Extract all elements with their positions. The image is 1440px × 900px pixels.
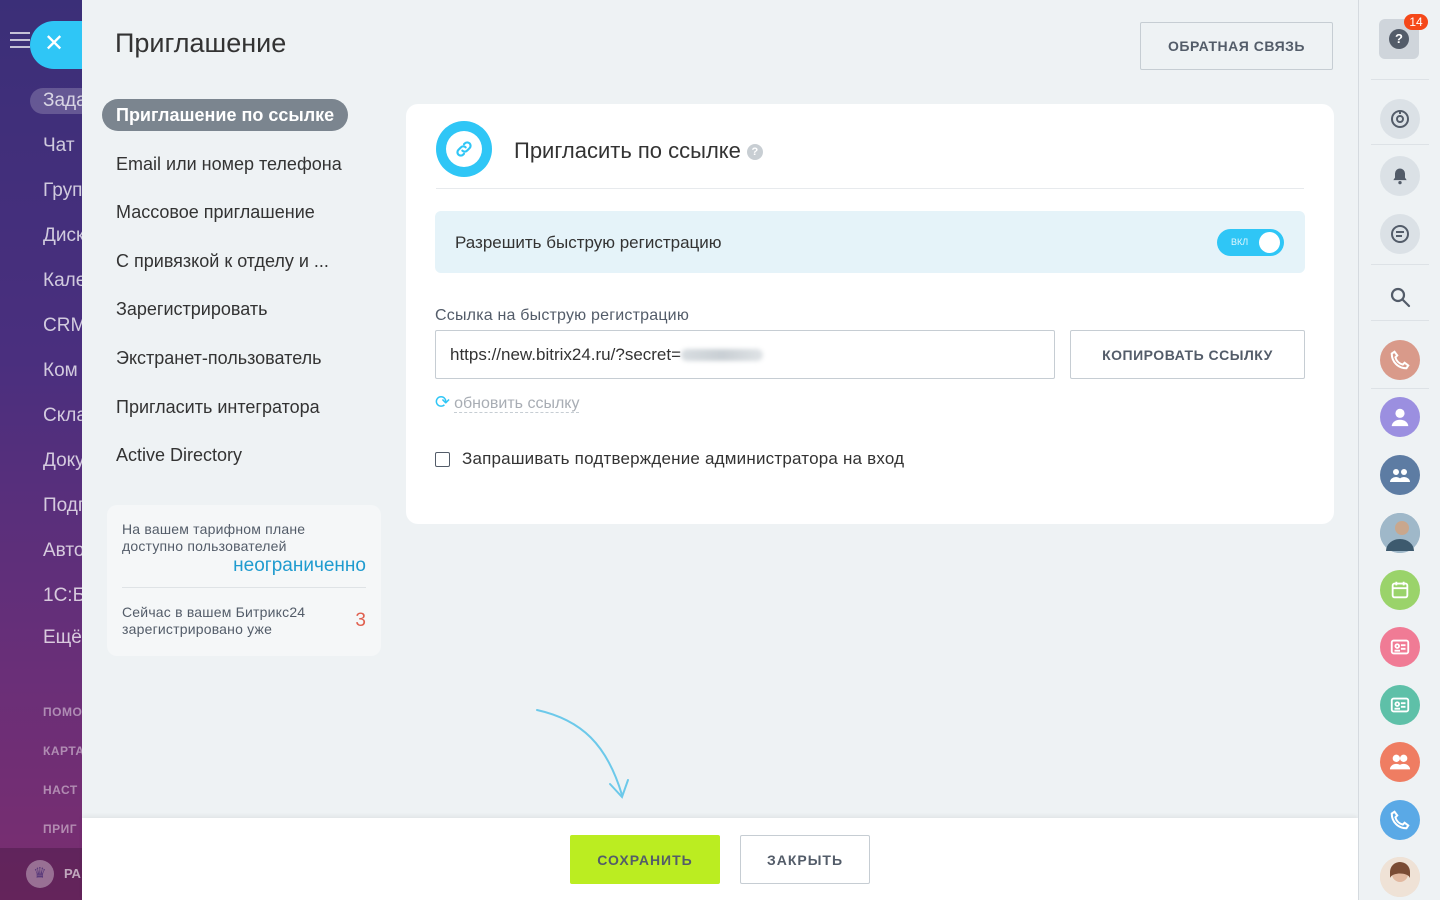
- plan-text: На вашем тарифном плане доступно пользов…: [122, 521, 306, 554]
- divider: [1371, 388, 1429, 389]
- slider-close-button[interactable]: ✕: [30, 21, 82, 69]
- nav-item-email-phone[interactable]: Email или номер телефона: [102, 148, 382, 180]
- search-icon[interactable]: [1380, 277, 1420, 317]
- refresh-icon: ⟳: [435, 392, 451, 412]
- admin-confirm-row: Запрашивать подтверждение администратора…: [435, 449, 904, 469]
- invite-nav: Приглашение по ссылке Email или номер те…: [102, 99, 382, 488]
- notification-badge: 14: [1404, 14, 1428, 30]
- bg-menu-item: Подп: [43, 495, 82, 516]
- page-title: Приглашение: [115, 28, 287, 58]
- toggle-state-label: ВКЛ: [1231, 237, 1249, 247]
- user-avatar-photo[interactable]: [1380, 513, 1420, 553]
- bg-menu-bottom: ♛ РА: [0, 848, 82, 900]
- nav-item-link-invite[interactable]: Приглашение по ссылке: [102, 99, 349, 131]
- bg-menu-bottom-label: РА: [64, 866, 81, 881]
- invite-link-card: Пригласить по ссылке? Разрешить быструю …: [406, 104, 1334, 524]
- nav-item-department[interactable]: С привязкой к отделу и ...: [102, 245, 382, 277]
- bg-menu-sub: ПРИГ: [43, 822, 78, 836]
- phone-icon[interactable]: [1380, 340, 1420, 380]
- plan-info-box: На вашем тарифном плане доступно пользов…: [107, 505, 381, 656]
- bg-menu-item: Доку: [43, 450, 82, 471]
- bg-menu-sub: ПОМО: [43, 705, 82, 719]
- user-avatar-photo[interactable]: [1380, 857, 1420, 897]
- bg-menu-item: Авто: [43, 540, 82, 561]
- bg-menu-sub: НАСТ: [43, 783, 78, 797]
- copy-link-button[interactable]: КОПИРОВАТЬ ССЫЛКУ: [1070, 330, 1305, 379]
- link-icon: [436, 121, 492, 177]
- bg-menu-item: Ещё: [43, 627, 82, 648]
- contact-card-icon[interactable]: [1380, 685, 1420, 725]
- bell-icon[interactable]: [1380, 156, 1420, 196]
- bg-menu-item: Ком: [43, 360, 78, 381]
- card-header: Пригласить по ссылке?: [436, 121, 1304, 189]
- help-icon[interactable]: ?: [746, 144, 763, 160]
- divider: [1371, 144, 1429, 145]
- bg-menu-item: Диск: [43, 225, 82, 246]
- fast-registration-row: Разрешить быструю регистрацию ВКЛ: [435, 211, 1305, 273]
- registered-row: Сейчас в вашем Битрикс24 зарегистрирован…: [122, 604, 366, 638]
- group-icon[interactable]: [1380, 742, 1420, 782]
- chat-icon[interactable]: [1380, 214, 1420, 254]
- bg-menu-item: Кале: [43, 270, 82, 291]
- secret-blur: [681, 349, 764, 361]
- nav-item-register[interactable]: Зарегистрировать: [102, 293, 382, 325]
- invite-slider: Приглашение ОБРАТНАЯ СВЯЗЬ Приглашение п…: [82, 0, 1358, 900]
- footer-bar: СОХРАНИТЬ ЗАКРЫТЬ: [82, 818, 1358, 900]
- user-avatar-icon[interactable]: [1380, 397, 1420, 437]
- link-field-label: Ссылка на быструю регистрацию: [435, 307, 690, 324]
- menu-burger-icon[interactable]: [10, 32, 30, 48]
- nav-item-extranet[interactable]: Экстранет-пользователь: [102, 342, 382, 374]
- nav-item-active-directory[interactable]: Active Directory: [102, 439, 382, 471]
- registration-link-value: https://new.bitrix24.ru/?secret=: [450, 345, 682, 364]
- divider: [1371, 264, 1429, 265]
- crown-icon: ♛: [26, 860, 54, 888]
- nav-item-mass-invite[interactable]: Массовое приглашение: [102, 196, 382, 228]
- copilot-icon[interactable]: [1380, 99, 1420, 139]
- admin-confirm-checkbox[interactable]: [435, 451, 450, 467]
- registered-count: 3: [355, 610, 366, 631]
- group-chat-icon[interactable]: [1380, 455, 1420, 495]
- calendar-icon[interactable]: [1380, 570, 1420, 610]
- divider: [1371, 320, 1429, 321]
- card-title-text: Пригласить по ссылке: [514, 138, 741, 163]
- portal-left-menu: Зада Чат Груп Диск Кале CRM Ком Скла Док…: [0, 0, 82, 900]
- divider: [1371, 79, 1429, 80]
- hint-arrow-icon: [536, 709, 629, 799]
- bg-menu-item: Груп: [43, 180, 82, 201]
- bg-menu-item: 1С:Б: [43, 585, 82, 606]
- bg-menu-sub: КАРТА: [43, 744, 82, 758]
- refresh-link[interactable]: ⟳ обновить ссылку: [435, 392, 580, 413]
- plan-value: неограниченно: [233, 555, 366, 576]
- toggle-knob: [1259, 232, 1280, 253]
- bg-menu-item: Зада: [30, 88, 82, 114]
- bg-menu-item: CRM: [43, 315, 82, 336]
- contact-card-icon[interactable]: [1380, 627, 1420, 667]
- feedback-button[interactable]: ОБРАТНАЯ СВЯЗЬ: [1140, 22, 1333, 70]
- bg-menu-item: Чат: [43, 135, 75, 156]
- right-sidebar: ? 14: [1358, 0, 1440, 900]
- fast-registration-label: Разрешить быструю регистрацию: [455, 233, 722, 252]
- card-title: Пригласить по ссылке?: [514, 138, 763, 164]
- registered-text: Сейчас в вашем Битрикс24 зарегистрирован…: [122, 604, 306, 637]
- nav-item-integrator[interactable]: Пригласить интегратора: [102, 391, 382, 423]
- divider: [122, 587, 366, 588]
- admin-confirm-label: Запрашивать подтверждение администратора…: [462, 449, 905, 468]
- refresh-link-text: обновить ссылку: [454, 395, 580, 413]
- phone-call-icon[interactable]: [1380, 800, 1420, 840]
- save-button[interactable]: СОХРАНИТЬ: [570, 835, 720, 884]
- fast-registration-toggle[interactable]: ВКЛ: [1217, 229, 1284, 256]
- help-icon: ?: [1389, 29, 1409, 49]
- bg-menu-item: Скла: [43, 405, 82, 426]
- close-button[interactable]: ЗАКРЫТЬ: [740, 835, 870, 884]
- registration-link-input[interactable]: https://new.bitrix24.ru/?secret=: [435, 330, 1055, 379]
